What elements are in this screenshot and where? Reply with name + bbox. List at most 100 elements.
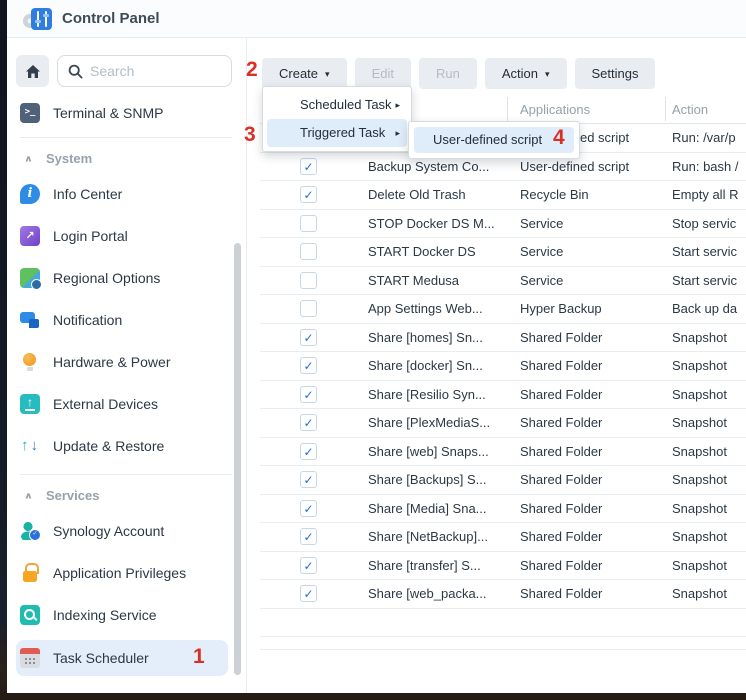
settings-button[interactable]: Settings [575, 58, 656, 89]
edit-button[interactable]: Edit [355, 58, 411, 89]
task-application: Shared Folder [520, 444, 602, 459]
sidebar-item-label: Regional Options [53, 270, 160, 286]
sidebar-top-row [7, 55, 246, 87]
sidebar-section-services[interactable]: ∧ Services [24, 488, 238, 503]
synology-account-icon [20, 521, 40, 541]
table-row[interactable]: ✓ Share [NetBackup]... Shared Folder Sna… [260, 523, 746, 552]
sidebar-divider [20, 474, 232, 475]
task-application: Service [520, 244, 563, 259]
sidebar-item[interactable]: Indexing Service [20, 601, 238, 629]
sidebar-item[interactable]: Application Privileges [20, 559, 238, 587]
sidebar-section-system[interactable]: ∧ System [24, 151, 238, 166]
sidebar: Terminal & SNMP ∧ System Info Center Log… [7, 38, 247, 693]
sidebar-item[interactable]: Notification [20, 306, 238, 334]
task-name: Share [transfer] S... [368, 558, 481, 573]
task-application: Shared Folder [520, 586, 602, 601]
sidebar-item[interactable]: Synology Account [20, 517, 238, 545]
sidebar-item[interactable]: Hardware & Power [20, 348, 238, 376]
row-checkbox[interactable]: ✓ [300, 158, 317, 175]
table-row[interactable]: START Docker DS Service Start servic [260, 238, 746, 267]
info-center-icon [20, 184, 40, 204]
column-header-action[interactable]: Action [672, 102, 708, 117]
row-checkbox[interactable]: ✓ [300, 557, 317, 574]
table-row[interactable]: ✓ Share [docker] Sn... Shared Folder Sna… [260, 352, 746, 381]
action-button[interactable]: Action ▾ [485, 58, 567, 89]
task-name: Share [Resilio Syn... [368, 387, 486, 402]
row-checkbox[interactable] [300, 300, 317, 317]
row-checkbox[interactable] [300, 215, 317, 232]
menu-item-user-defined-script[interactable]: User-defined script [414, 127, 574, 153]
row-checkbox[interactable]: ✓ [300, 528, 317, 545]
run-button[interactable]: Run [419, 58, 477, 89]
row-checkbox[interactable]: ✓ [300, 500, 317, 517]
task-scheduler-icon [20, 648, 40, 668]
regional-options-icon [20, 268, 40, 288]
row-checkbox[interactable]: ✓ [300, 329, 317, 346]
row-checkbox[interactable]: ✓ [300, 585, 317, 602]
sidebar-item[interactable]: Info Center [20, 180, 238, 208]
sidebar-system-items: Info Center Login Portal Regional Option… [7, 180, 246, 460]
task-action: Stop servic [672, 216, 736, 231]
row-checkbox[interactable]: ✓ [300, 414, 317, 431]
control-panel-icon [22, 7, 52, 31]
row-checkbox[interactable]: ✓ [300, 186, 317, 203]
sidebar-item[interactable]: Login Portal [20, 222, 238, 250]
search-box[interactable] [57, 55, 232, 87]
task-name: Share [web_packa... [368, 586, 487, 601]
sidebar-item-label: Synology Account [53, 523, 164, 539]
sidebar-item[interactable]: Update & Restore [20, 432, 238, 460]
column-divider[interactable] [665, 97, 666, 121]
table-row[interactable]: ✓ Share [Backups] S... Shared Folder Sna… [260, 466, 746, 495]
sidebar-item[interactable]: Terminal & SNMP [20, 99, 238, 127]
table-row[interactable]: STOP Docker DS M... Service Stop servic [260, 210, 746, 239]
task-action: Snapshot [672, 501, 727, 516]
task-action: Snapshot [672, 330, 727, 345]
menu-item[interactable]: Triggered Task ▸ [267, 119, 407, 147]
task-action: Start servic [672, 273, 737, 288]
sidebar-item-label: Indexing Service [53, 607, 157, 623]
task-application: Shared Folder [520, 415, 602, 430]
table-row[interactable]: ✓ Share [web_packa... Shared Folder Snap… [260, 580, 746, 609]
table-row[interactable]: App Settings Web... Hyper Backup Back up… [260, 295, 746, 324]
row-checkbox[interactable] [300, 272, 317, 289]
search-input[interactable] [90, 63, 221, 79]
column-header-applications[interactable]: Applications [520, 102, 590, 117]
task-action: Snapshot [672, 444, 727, 459]
sidebar-item-label: Terminal & SNMP [53, 105, 163, 121]
row-checkbox[interactable]: ✓ [300, 357, 317, 374]
table-row[interactable]: ✓ Share [Resilio Syn... Shared Folder Sn… [260, 381, 746, 410]
caret-down-icon: ▾ [545, 69, 550, 80]
task-action: Snapshot [672, 358, 727, 373]
table-row[interactable]: ✓ Share [transfer] S... Shared Folder Sn… [260, 552, 746, 581]
menu-item[interactable]: Scheduled Task ▸ [267, 91, 407, 119]
task-name: START Docker DS [368, 244, 476, 259]
column-divider[interactable] [507, 97, 508, 121]
sidebar-scrollbar[interactable] [234, 243, 241, 675]
table-row[interactable]: ✓ Share [PlexMediaS... Shared Folder Sna… [260, 409, 746, 438]
task-name: Backup System Co... [368, 159, 489, 174]
sidebar-item[interactable]: External Devices [20, 390, 238, 418]
sidebar-item-label: Hardware & Power [53, 354, 171, 370]
task-action: Start servic [672, 244, 737, 259]
row-checkbox[interactable]: ✓ [300, 471, 317, 488]
task-application: Service [520, 273, 563, 288]
table-row[interactable]: ✓ Share [Media] Sna... Shared Folder Sna… [260, 495, 746, 524]
table-row[interactable]: ✓ Share [web] Snaps... Shared Folder Sna… [260, 438, 746, 467]
toolbar: Create ▾ Edit Run Action ▾ Settings [262, 58, 655, 89]
application-privileges-icon [20, 563, 40, 583]
chevron-up-icon: ∧ [24, 490, 33, 500]
table-row[interactable]: ✓ Share [homes] Sn... Shared Folder Snap… [260, 324, 746, 353]
sidebar-item[interactable]: Regional Options [20, 264, 238, 292]
sidebar-item-label: External Devices [53, 396, 158, 412]
home-button[interactable] [16, 55, 49, 87]
row-checkbox[interactable]: ✓ [300, 386, 317, 403]
row-checkbox[interactable] [300, 243, 317, 260]
row-checkbox[interactable]: ✓ [300, 443, 317, 460]
create-button[interactable]: Create ▾ [262, 58, 347, 89]
external-devices-icon [20, 394, 40, 414]
annotation-step-4: 4 [553, 127, 565, 148]
task-action: Back up da [672, 301, 737, 316]
table-row[interactable]: START Medusa Service Start servic [260, 267, 746, 296]
main-panel: Create ▾ Edit Run Action ▾ Settings Appl… [247, 38, 746, 693]
table-row[interactable]: ✓ Delete Old Trash Recycle Bin Empty all… [260, 181, 746, 210]
